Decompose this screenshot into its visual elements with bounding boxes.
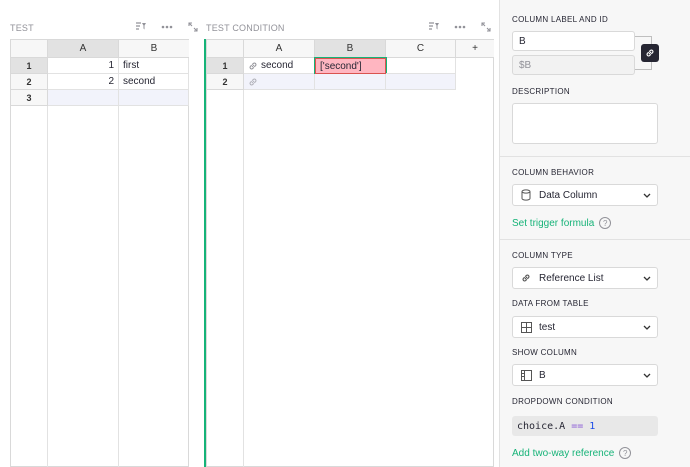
column-type-value: Reference List xyxy=(539,272,604,284)
show-column-select[interactable]: B xyxy=(512,364,658,386)
table-cell[interactable]: second xyxy=(119,74,189,90)
chevron-down-icon xyxy=(643,370,651,381)
column-icon xyxy=(519,368,533,382)
dropdown-condition-editor[interactable]: choice .A == 1 xyxy=(512,416,658,436)
more-options-icon[interactable] xyxy=(453,21,467,33)
link-icon xyxy=(646,49,654,57)
column-label-title: COLUMN LABEL AND ID xyxy=(512,15,609,24)
row-header-border xyxy=(243,90,244,467)
help-icon[interactable]: ? xyxy=(619,447,632,459)
table-icon xyxy=(519,320,533,334)
section-divider xyxy=(500,239,690,240)
column-behavior-value: Data Column xyxy=(539,189,598,201)
add-row-cell[interactable] xyxy=(244,74,315,90)
data-from-table-value: test xyxy=(539,321,556,333)
chevron-down-icon xyxy=(643,273,651,284)
add-row-cell[interactable] xyxy=(386,74,456,90)
add-column-button[interactable]: + xyxy=(456,40,494,58)
code-number: 1 xyxy=(589,420,596,432)
column-id-input[interactable]: $B xyxy=(512,55,635,75)
add-two-way-reference-label: Add two-way reference xyxy=(512,447,615,459)
data-from-table-title: DATA FROM TABLE xyxy=(512,299,589,308)
code-object: choice xyxy=(517,420,554,432)
table-cell[interactable] xyxy=(386,58,456,74)
link-icon xyxy=(249,62,257,69)
column-border xyxy=(118,106,119,467)
add-row-cell[interactable] xyxy=(48,90,119,106)
widget-title-test-condition[interactable]: TEST CONDITION xyxy=(206,23,285,33)
column-header-b[interactable]: B xyxy=(315,40,386,58)
table-cell[interactable]: 1 xyxy=(48,58,119,74)
link-icon xyxy=(249,78,257,85)
widget-test-condition-controls xyxy=(427,21,493,33)
row-number[interactable]: 1 xyxy=(11,58,48,74)
widget-test-controls xyxy=(134,21,200,33)
expand-icon[interactable] xyxy=(479,21,493,33)
grid-test: A B 1 1 first 2 2 second 3 xyxy=(10,39,189,467)
add-two-way-reference-link[interactable]: Add two-way reference ? xyxy=(512,447,632,459)
expand-icon[interactable] xyxy=(186,21,200,33)
database-icon xyxy=(519,188,533,202)
code-operator: == xyxy=(565,420,590,432)
set-trigger-formula-link[interactable]: Set trigger formula ? xyxy=(512,217,612,229)
dropdown-condition-title: DROPDOWN CONDITION xyxy=(512,397,613,406)
help-icon[interactable]: ? xyxy=(599,217,612,229)
chevron-down-icon xyxy=(643,190,651,201)
table-cell[interactable]: first xyxy=(119,58,189,74)
link-icon xyxy=(519,271,533,285)
corner-header[interactable] xyxy=(11,40,48,58)
column-label-input[interactable]: B xyxy=(512,31,635,51)
section-divider xyxy=(500,156,690,157)
description-title: DESCRIPTION xyxy=(512,87,570,96)
description-textarea[interactable] xyxy=(512,103,658,144)
creator-panel: COLUMN LABEL AND ID B $B DESCRIPTION COL… xyxy=(499,0,690,467)
row-number[interactable]: 1 xyxy=(207,58,244,74)
row-header-border xyxy=(47,106,48,467)
chevron-down-icon xyxy=(643,322,651,333)
column-behavior-select[interactable]: Data Column xyxy=(512,184,658,206)
code-attribute: .A xyxy=(553,420,566,432)
grid-test-condition: A B C + 1 second ['second'] 2 xyxy=(206,39,494,467)
set-trigger-formula-label: Set trigger formula xyxy=(512,217,595,229)
table-cell[interactable]: 2 xyxy=(48,74,119,90)
error-cell[interactable]: ['second'] xyxy=(314,57,387,75)
sort-filter-icon[interactable] xyxy=(427,21,441,33)
link-label-id-button[interactable] xyxy=(641,44,659,62)
row-number[interactable]: 2 xyxy=(207,74,244,90)
add-row-cell[interactable] xyxy=(315,74,386,90)
column-header-b[interactable]: B xyxy=(119,40,189,58)
show-column-value: B xyxy=(539,369,546,381)
row-number[interactable]: 3 xyxy=(11,90,48,106)
column-header-c[interactable]: C xyxy=(386,40,456,58)
column-header-a[interactable]: A xyxy=(48,40,119,58)
cell-value: second xyxy=(261,60,294,71)
sort-filter-icon[interactable] xyxy=(134,21,148,33)
column-behavior-title: COLUMN BEHAVIOR xyxy=(512,168,595,177)
corner-header[interactable] xyxy=(207,40,244,58)
table-cell[interactable]: second xyxy=(244,58,315,74)
column-type-title: COLUMN TYPE xyxy=(512,251,573,260)
show-column-title: SHOW COLUMN xyxy=(512,348,578,357)
column-header-a[interactable]: A xyxy=(244,40,315,58)
widget-title-test[interactable]: TEST xyxy=(10,23,34,33)
row-number[interactable]: 2 xyxy=(11,74,48,90)
data-from-table-select[interactable]: test xyxy=(512,316,658,338)
add-row-cell[interactable] xyxy=(119,90,189,106)
column-type-select[interactable]: Reference List xyxy=(512,267,658,289)
more-options-icon[interactable] xyxy=(160,21,174,33)
